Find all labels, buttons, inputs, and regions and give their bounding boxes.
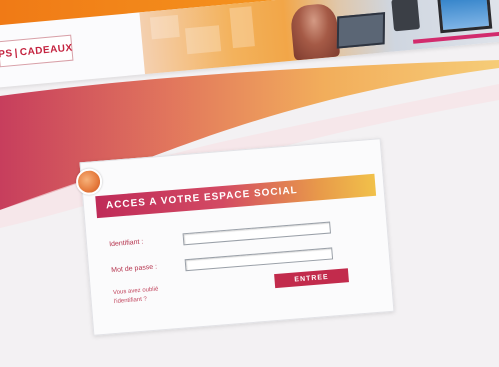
logo-separator: | — [14, 47, 19, 59]
login-title: ACCES A VOTRE ESPACE SOCIAL — [95, 173, 377, 219]
phone-image — [391, 0, 421, 32]
logo-right-text: CADEAUX — [19, 42, 74, 58]
submit-button[interactable]: ENTREE — [274, 268, 349, 289]
banner-accent-line — [412, 31, 499, 44]
forgot-identifier-link[interactable]: Vous avez oublié l'identifiant ? — [113, 285, 160, 307]
password-label: Mot de passe : — [111, 263, 158, 275]
monitor-image — [436, 0, 493, 34]
person-photo — [289, 2, 341, 61]
logo-left-text: PS — [0, 47, 14, 60]
laptop-image — [336, 12, 386, 49]
password-input[interactable] — [184, 247, 334, 272]
identifier-label: Identifiant : — [108, 238, 144, 249]
identifier-input[interactable] — [182, 221, 332, 246]
login-card: ACCES A VOTRE ESPACE SOCIAL Identifiant … — [75, 138, 395, 336]
